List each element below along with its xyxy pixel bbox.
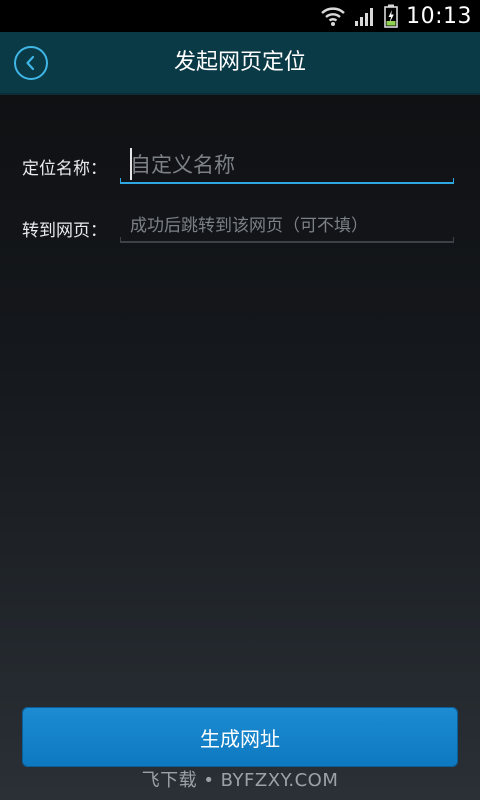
name-input[interactable]: 自定义名称: [120, 148, 454, 182]
name-row: 定位名称： 自定义名称: [22, 146, 454, 188]
redirect-label: 转到网页：: [22, 221, 107, 241]
chevron-left-icon: [24, 55, 38, 71]
name-label: 定位名称：: [22, 159, 107, 179]
watermark-text: 飞下载 • BYFZXY.COM: [141, 770, 339, 791]
signal-icon: [354, 5, 376, 27]
status-time: 10:13: [406, 3, 472, 29]
battery-charging-icon: [384, 4, 398, 28]
name-input-underline: [120, 178, 454, 184]
back-button[interactable]: [14, 46, 48, 80]
name-input-placeholder: 自定义名称: [130, 153, 235, 177]
redirect-row: 转到网页： 成功后跳转到该网页（可不填）: [22, 208, 454, 250]
generate-url-label: 生成网址: [200, 726, 280, 751]
page-title: 发起网页定位: [173, 50, 306, 75]
redirect-input-placeholder: 成功后跳转到该网页（可不填）: [130, 216, 368, 236]
app-header: 发起网页定位: [0, 32, 480, 95]
redirect-input-underline: [120, 237, 454, 243]
wifi-icon: [320, 5, 346, 27]
status-icons: 10:13: [320, 0, 472, 32]
generate-url-button[interactable]: 生成网址: [22, 707, 458, 767]
status-bar: 10:13: [0, 0, 480, 32]
